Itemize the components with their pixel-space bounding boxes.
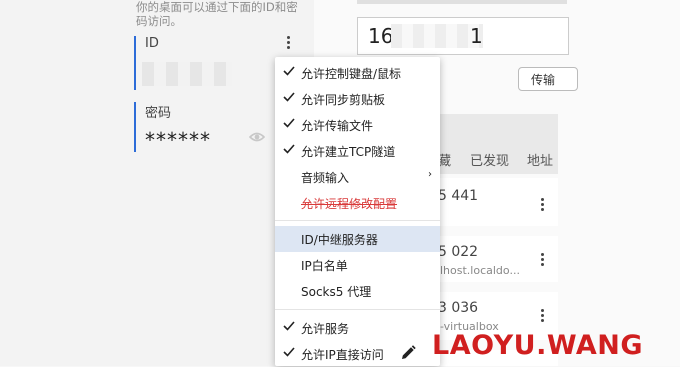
password-label: 密码 xyxy=(145,106,172,121)
menu-item-allow-file-transfer[interactable]: 允许传输文件 xyxy=(275,112,440,138)
tab-address-book[interactable]: 地址 xyxy=(527,150,553,169)
tab-discovered[interactable]: 已发现 xyxy=(470,150,509,169)
remote-id-prefix: 16 xyxy=(368,24,394,48)
menu-item-label: Socks5 代理 xyxy=(301,285,372,299)
menu-item-ip-whitelist[interactable]: IP白名单 xyxy=(275,252,440,278)
id-label: ID xyxy=(145,36,159,51)
remote-id-suffix: 1 xyxy=(470,24,483,48)
menu-item-allow-service[interactable]: 允许服务 xyxy=(275,315,440,341)
menu-item-label: 允许建立TCP隧道 xyxy=(301,145,396,159)
access-description: 你的桌面可以通过下面的ID和密码访问。 xyxy=(136,0,298,28)
eye-icon[interactable] xyxy=(249,131,265,143)
menu-item-label: 允许控制键盘/鼠标 xyxy=(301,67,402,81)
menu-divider xyxy=(275,220,440,221)
menu-item-allow-keyboard-mouse[interactable]: 允许控制键盘/鼠标 xyxy=(275,60,440,86)
menu-item-label: 允许传输文件 xyxy=(301,119,374,133)
password-value: ****** xyxy=(145,128,211,152)
top-divider xyxy=(357,0,567,4)
menu-item-allow-clipboard[interactable]: 允许同步剪贴板 xyxy=(275,86,440,112)
peer-more-icon[interactable] xyxy=(537,251,547,269)
id-more-options-icon[interactable] xyxy=(281,34,295,54)
menu-item-allow-tcp-tunnel[interactable]: 允许建立TCP隧道 xyxy=(275,138,440,164)
peer-more-icon[interactable] xyxy=(537,196,547,214)
peer-id: 3 036 xyxy=(438,300,479,316)
menu-item-label: ID/中继服务器 xyxy=(301,233,378,247)
peer-id: 5 022 xyxy=(438,244,479,260)
check-icon xyxy=(283,118,295,128)
check-icon xyxy=(283,144,295,154)
check-icon xyxy=(283,321,295,331)
left-panel: 你的桌面可以通过下面的ID和密码访问。 ID 密码 ****** xyxy=(0,0,314,366)
id-value-redacted xyxy=(142,62,232,86)
peer-id: 5 441 xyxy=(438,188,479,204)
check-icon xyxy=(283,92,295,102)
watermark-text: LAOYU.WANG xyxy=(432,330,644,361)
menu-item-label: 允许同步剪贴板 xyxy=(301,93,386,107)
menu-item-label: 音频输入 xyxy=(301,171,350,185)
edit-pencil-icon[interactable] xyxy=(399,344,417,362)
remote-id-input[interactable]: 16 1 xyxy=(357,17,569,55)
settings-context-menu: 允许控制键盘/鼠标 允许同步剪贴板 允许传输文件 允许建立TCP隧道 音频输入 … xyxy=(275,57,440,366)
transfer-file-button[interactable]: 传输 xyxy=(518,67,578,91)
menu-item-label: 允许IP直接访问 xyxy=(301,348,384,362)
menu-item-label: 允许服务 xyxy=(301,322,350,336)
password-field: 密码 ****** xyxy=(134,102,296,152)
id-field: ID xyxy=(134,36,296,90)
peer-hostname: lhost.localdo... xyxy=(440,264,520,277)
menu-item-allow-remote-config[interactable]: 允许远程修改配置 xyxy=(275,190,440,216)
menu-item-audio-input[interactable]: 音频输入 › xyxy=(275,164,440,190)
menu-divider xyxy=(275,309,440,310)
menu-item-socks5-proxy[interactable]: Socks5 代理 xyxy=(275,278,440,304)
peer-more-icon[interactable] xyxy=(537,307,547,325)
check-icon xyxy=(283,66,295,76)
menu-item-id-relay-server[interactable]: ID/中继服务器 xyxy=(275,226,440,252)
menu-item-label: 允许远程修改配置 xyxy=(301,197,398,211)
chevron-right-icon: › xyxy=(428,169,432,180)
check-icon xyxy=(283,347,295,357)
menu-item-label: IP白名单 xyxy=(301,259,348,273)
